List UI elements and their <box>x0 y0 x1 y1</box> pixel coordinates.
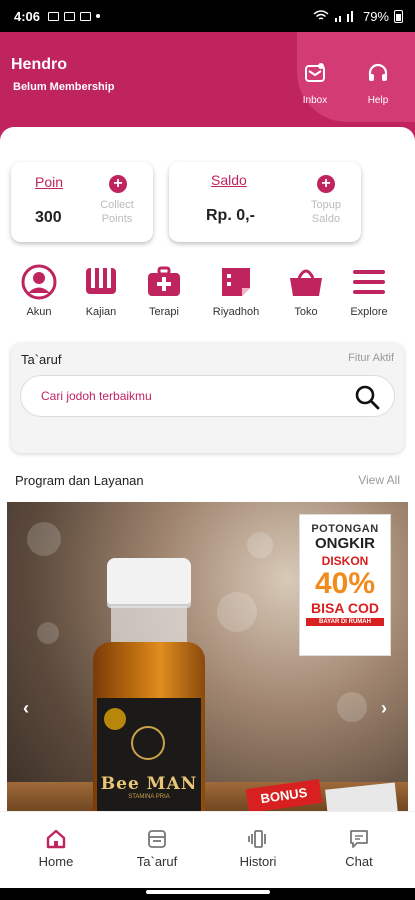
status-bar: 4:06 79% <box>0 0 415 32</box>
bokeh-light <box>27 522 61 556</box>
nav-chat[interactable]: Chat <box>319 828 399 869</box>
gallery-notification-icon <box>48 11 60 21</box>
bokeh-light <box>247 532 273 558</box>
inbox-icon <box>305 63 325 82</box>
quality-badge-icon <box>104 708 126 730</box>
menu-item-explore[interactable]: Explore <box>337 264 401 318</box>
wifi-icon <box>313 10 329 20</box>
nav-label-histori: Histori <box>239 854 277 869</box>
banner-prev-arrow-icon[interactable]: ‹ <box>23 698 29 719</box>
nav-home[interactable]: Home <box>16 828 96 869</box>
basket-icon <box>290 269 322 296</box>
menu-label-toko: Toko <box>294 306 318 318</box>
taaruf-status: Fitur Aktif <box>348 352 394 364</box>
menu-label-kajian: Kajian <box>85 306 117 318</box>
nav-label-taaruf: Ta`aruf <box>136 854 178 869</box>
help-label: Help <box>367 95 389 106</box>
gesture-handle[interactable] <box>146 890 270 894</box>
programs-title: Program dan Layanan <box>15 473 144 488</box>
battery-percent: 79% <box>362 8 389 24</box>
product-brand: Bee MAN <box>100 774 198 794</box>
gesture-bar <box>0 888 415 900</box>
membership-status: Belum Membership <box>13 81 115 93</box>
history-icon <box>248 830 266 848</box>
topup-saldo-plus-icon[interactable]: + <box>317 175 335 193</box>
saldo-title[interactable]: Saldo <box>211 172 247 188</box>
message-notification-icon <box>64 11 76 21</box>
menu-item-akun[interactable]: Akun <box>7 264 71 318</box>
menu-label-terapi: Terapi <box>149 306 179 318</box>
book-icon <box>86 268 116 294</box>
chat-icon <box>350 830 368 848</box>
bottle-neck <box>111 606 187 646</box>
view-all-link[interactable]: View All <box>358 473 400 487</box>
poin-title[interactable]: Poin <box>35 174 63 190</box>
taaruf-search-input[interactable] <box>41 386 321 406</box>
taaruf-icon <box>148 830 166 848</box>
nav-label-chat: Chat <box>345 854 373 869</box>
collect-points-label[interactable]: Collect Points <box>87 198 147 226</box>
help-button[interactable]: Help <box>353 62 403 108</box>
signal-icon <box>334 11 353 22</box>
menu-label-riyadhoh: Riyadhoh <box>212 306 260 318</box>
menu-item-terapi[interactable]: Terapi <box>132 264 196 318</box>
menu-icon <box>353 270 385 294</box>
menu-item-toko[interactable]: Toko <box>274 264 338 318</box>
bokeh-light <box>337 692 367 722</box>
battery-icon <box>394 9 403 23</box>
bottle-cap <box>107 558 191 608</box>
taaruf-title: Ta`aruf <box>21 352 62 367</box>
taaruf-section: Ta`aruf Fitur Aktif <box>11 343 404 453</box>
promo-banner[interactable]: Bee MAN STAMINA PRIA POTONGAN ONGKIR DIS… <box>7 502 408 812</box>
poin-card[interactable]: Poin 300 + Collect Points <box>11 162 153 242</box>
search-icon[interactable] <box>354 384 380 410</box>
nav-taaruf[interactable]: Ta`aruf <box>117 828 197 869</box>
product-subtitle: STAMINA PRIA <box>128 794 170 800</box>
bee-logo-icon <box>131 726 165 760</box>
topup-saldo-label[interactable]: Topup Saldo <box>296 198 356 226</box>
status-time: 4:06 <box>14 8 41 24</box>
taaruf-search-bar[interactable] <box>20 375 395 417</box>
poin-value: 300 <box>35 209 62 226</box>
more-notifications-icon <box>96 14 101 18</box>
home-icon <box>46 829 66 849</box>
header: Hendro Belum Membership Inbox Help <box>0 32 415 142</box>
menu-item-kajian[interactable]: Kajian <box>69 264 133 318</box>
inbox-label: Inbox <box>302 95 328 106</box>
nav-histori[interactable]: Histori <box>218 828 298 869</box>
menu-item-riyadhoh[interactable]: Riyadhoh <box>204 264 268 318</box>
media-notification-icon <box>80 11 92 21</box>
saldo-card[interactable]: Saldo Rp. 0,- + Topup Saldo <box>169 162 361 242</box>
app-screen: Hendro Belum Membership Inbox Help Poin … <box>0 32 415 888</box>
collect-points-plus-icon[interactable]: + <box>109 175 127 193</box>
menu-label-explore: Explore <box>350 306 388 318</box>
bokeh-light <box>217 592 257 632</box>
user-name: Hendro <box>11 56 67 73</box>
medical-kit-icon <box>148 266 180 296</box>
bokeh-light <box>37 622 59 644</box>
bottom-navigation: Home Ta`aruf Histori Chat <box>0 811 415 888</box>
promo-sticker: POTONGAN ONGKIR DISKON 40% BISA COD BAYA… <box>299 514 391 656</box>
headset-icon <box>368 63 388 81</box>
notes-icon <box>222 268 250 296</box>
menu-label-akun: Akun <box>26 306 52 318</box>
saldo-value: Rp. 0,- <box>206 207 255 224</box>
account-icon <box>21 264 57 300</box>
inbox-button[interactable]: Inbox <box>290 62 340 108</box>
banner-next-arrow-icon[interactable]: › <box>381 698 387 719</box>
nav-label-home: Home <box>38 854 74 869</box>
